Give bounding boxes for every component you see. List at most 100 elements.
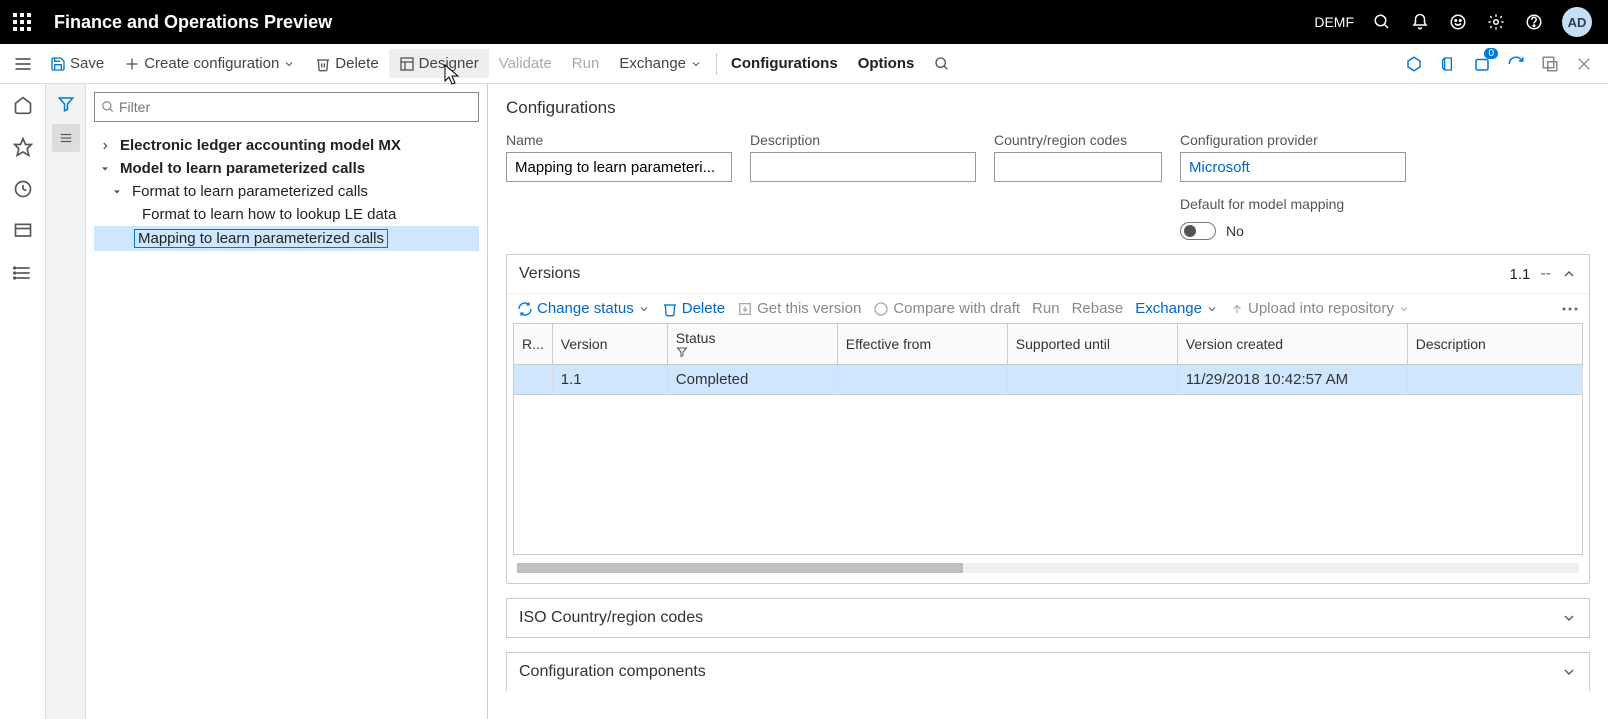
workspace-icon[interactable] — [8, 216, 38, 246]
versions-header[interactable]: Versions 1.1 -- — [507, 255, 1589, 293]
smile-icon[interactable] — [1448, 12, 1468, 32]
app-header: Finance and Operations Preview DEMF AD — [0, 0, 1608, 44]
delete-label: Delete — [335, 55, 378, 72]
compare-button: Compare with draft — [873, 300, 1020, 317]
col-supported[interactable]: Supported until — [1007, 324, 1177, 365]
chevron-down-icon — [112, 187, 126, 197]
run-button[interactable]: Run — [562, 49, 610, 78]
command-bar: Save Create configuration Delete Designe… — [0, 44, 1608, 84]
iso-section[interactable]: ISO Country/region codes — [506, 598, 1590, 638]
components-section[interactable]: Configuration components — [506, 652, 1590, 691]
tree-node-selected[interactable]: Mapping to learn parameterized calls — [94, 226, 479, 251]
versions-section: Versions 1.1 -- Change status Delete — [506, 254, 1590, 584]
col-desc[interactable]: Description — [1407, 324, 1582, 365]
v-run-button: Run — [1032, 300, 1060, 317]
filter-input[interactable] — [119, 99, 472, 115]
plus-icon — [124, 56, 140, 72]
save-button[interactable]: Save — [40, 49, 114, 78]
change-status-button[interactable]: Change status — [517, 300, 650, 317]
search-commands-button[interactable] — [924, 50, 960, 78]
app-launcher-icon[interactable] — [8, 8, 36, 36]
nav-toggle-icon[interactable] — [6, 47, 40, 81]
recent-icon[interactable] — [8, 174, 38, 204]
exchange-button[interactable]: Exchange — [609, 49, 712, 78]
cycle-icon — [517, 301, 533, 317]
default-mapping-label: Default for model mapping — [1180, 196, 1406, 212]
configurations-button[interactable]: Configurations — [721, 49, 848, 78]
col-created[interactable]: Version created — [1177, 324, 1407, 365]
options-button[interactable]: Options — [848, 49, 925, 78]
badge-icon[interactable]: 0 — [1470, 52, 1494, 76]
gear-icon[interactable] — [1486, 12, 1506, 32]
tree-node[interactable]: Electronic ledger accounting model MX — [94, 134, 479, 157]
chevron-down-icon — [690, 58, 702, 70]
provider-label: Configuration provider — [1180, 132, 1406, 148]
user-avatar[interactable]: AD — [1562, 7, 1592, 37]
upload-button: Upload into repository — [1230, 300, 1410, 317]
create-config-label: Create configuration — [144, 55, 279, 72]
search-icon[interactable] — [1372, 12, 1392, 32]
delete-button[interactable]: Delete — [305, 49, 388, 78]
config-tree: Electronic ledger accounting model MX Mo… — [94, 134, 479, 251]
close-icon[interactable] — [1572, 52, 1596, 76]
modules-icon[interactable] — [8, 258, 38, 288]
chevron-down-icon — [1398, 303, 1410, 315]
list-toggle-icon[interactable] — [52, 124, 80, 152]
tree-node[interactable]: Format to learn parameterized calls — [94, 180, 479, 203]
name-label: Name — [506, 132, 732, 148]
default-mapping-toggle[interactable] — [1180, 222, 1216, 240]
filter-column — [46, 84, 86, 719]
col-version[interactable]: Version — [552, 324, 667, 365]
chevron-down-icon — [1561, 664, 1577, 680]
help-icon[interactable] — [1524, 12, 1544, 32]
office-icon[interactable] — [1436, 52, 1460, 76]
h-scrollbar[interactable] — [517, 563, 1579, 573]
home-icon[interactable] — [8, 90, 38, 120]
detail-pane: Configurations Name Description Country/… — [488, 84, 1608, 719]
versions-grid[interactable]: R... Version Status Effective from Suppo… — [513, 323, 1583, 395]
download-icon — [737, 301, 753, 317]
tree-pane: Electronic ledger accounting model MX Mo… — [86, 84, 488, 719]
rebase-button: Rebase — [1072, 300, 1124, 317]
designer-icon — [399, 56, 415, 72]
versions-toolbar: Change status Delete Get this version Co… — [507, 293, 1589, 323]
company-indicator[interactable]: DEMF — [1314, 14, 1354, 30]
attachments-icon[interactable] — [1402, 52, 1426, 76]
get-version-button: Get this version — [737, 300, 861, 317]
create-config-button[interactable]: Create configuration — [114, 49, 305, 78]
col-r[interactable]: R... — [514, 324, 553, 365]
col-status[interactable]: Status — [667, 324, 837, 365]
trash-icon — [662, 301, 678, 317]
v-delete-button[interactable]: Delete — [662, 300, 725, 317]
popout-icon[interactable] — [1538, 52, 1562, 76]
tree-node[interactable]: Model to learn parameterized calls — [94, 157, 479, 180]
app-title: Finance and Operations Preview — [54, 12, 332, 33]
country-field[interactable] — [994, 152, 1162, 182]
upload-icon — [1230, 302, 1244, 316]
chevron-down-icon — [1206, 303, 1218, 315]
funnel-icon[interactable] — [52, 90, 80, 118]
bell-icon[interactable] — [1410, 12, 1430, 32]
refresh-icon[interactable] — [1504, 52, 1528, 76]
v-exchange-button[interactable]: Exchange — [1135, 300, 1218, 317]
designer-button[interactable]: Designer — [389, 49, 489, 78]
description-field[interactable] — [750, 152, 976, 182]
table-row[interactable]: 1.1 Completed 11/29/2018 10:42:57 AM — [514, 365, 1583, 395]
validate-button[interactable]: Validate — [489, 49, 562, 78]
trash-icon — [315, 56, 331, 72]
col-effective[interactable]: Effective from — [837, 324, 1007, 365]
name-field[interactable] — [506, 152, 732, 182]
provider-field[interactable] — [1180, 152, 1406, 182]
tree-node[interactable]: Format to learn how to lookup LE data — [94, 203, 479, 226]
more-icon[interactable] — [1561, 306, 1579, 312]
chevron-up-icon — [1561, 266, 1577, 282]
chevron-down-icon — [1561, 610, 1577, 626]
chevron-right-icon — [100, 141, 114, 151]
chevron-down-icon — [283, 58, 295, 70]
save-icon — [50, 56, 66, 72]
chevron-down-icon — [100, 164, 114, 174]
tree-filter[interactable] — [94, 92, 479, 122]
filter-icon — [676, 346, 829, 358]
designer-label: Designer — [419, 55, 479, 72]
star-icon[interactable] — [8, 132, 38, 162]
